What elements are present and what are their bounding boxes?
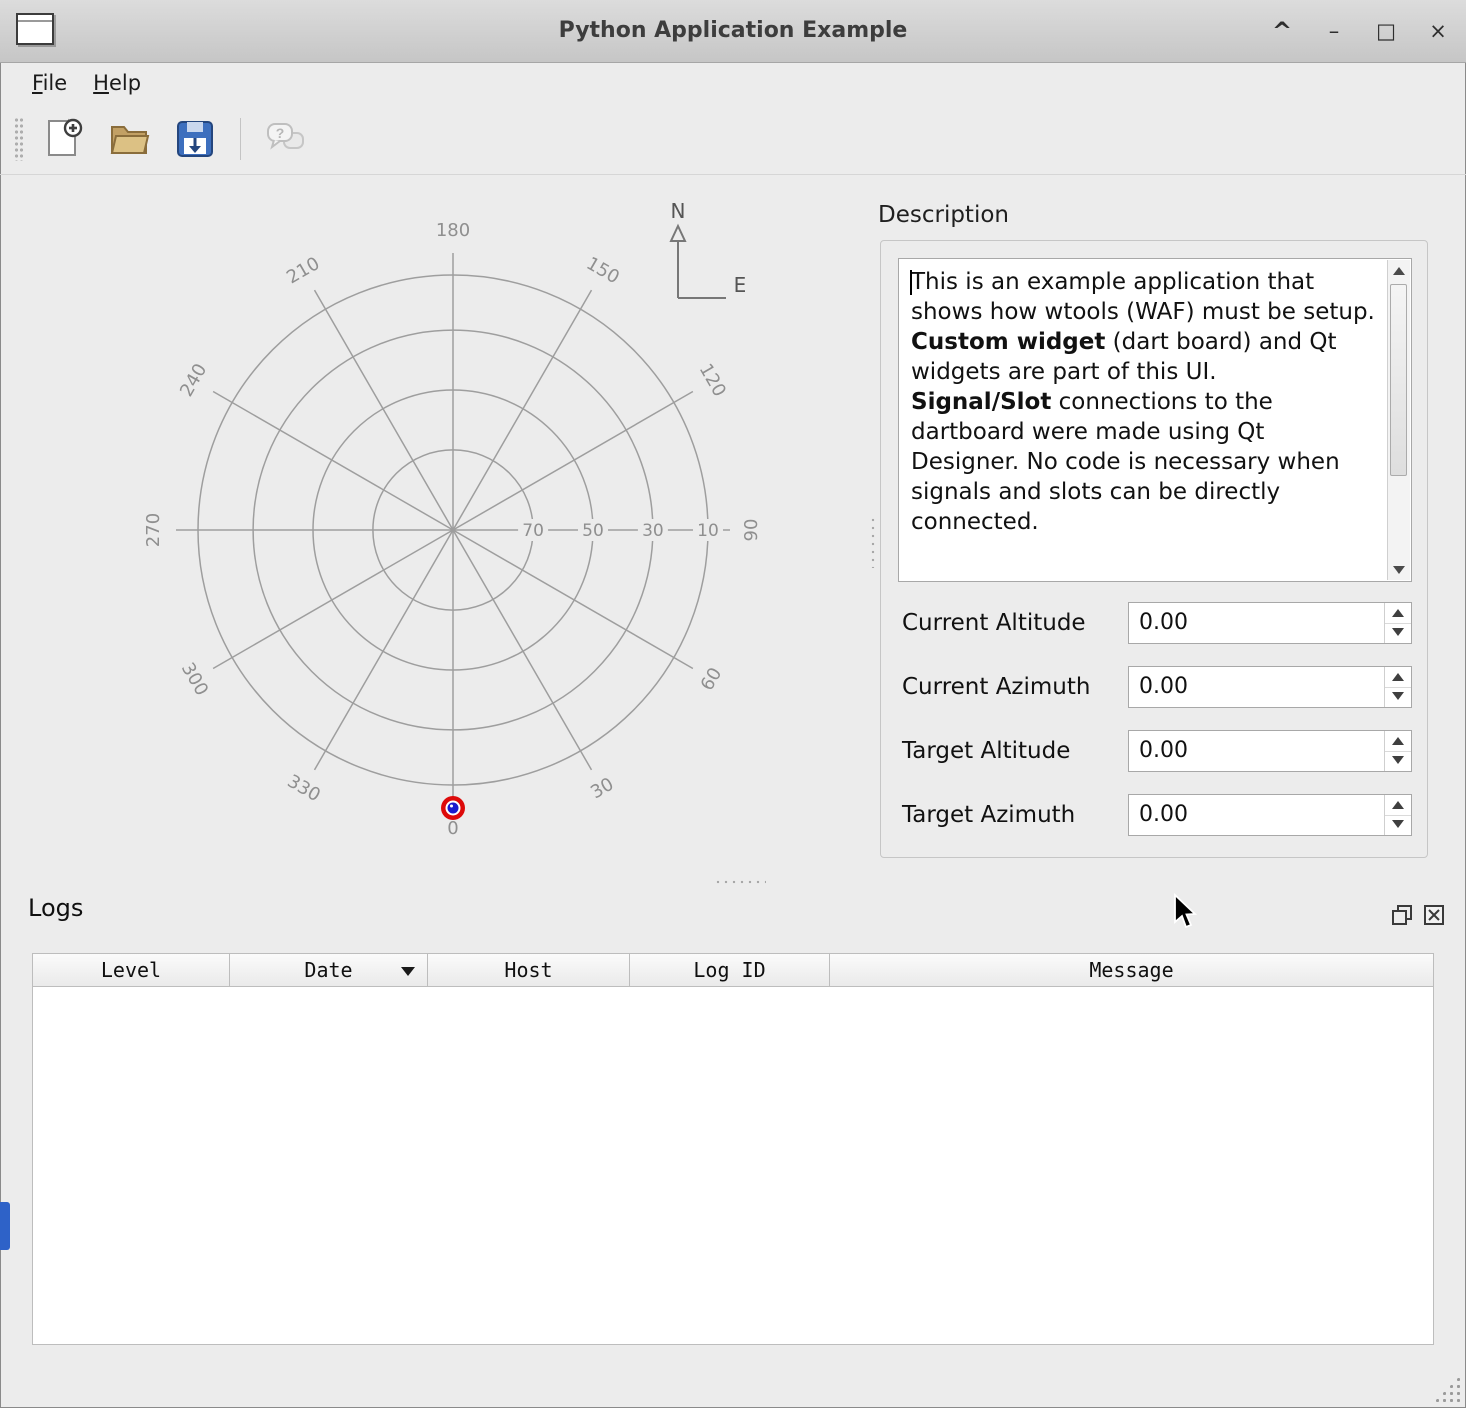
spin-down-arrow[interactable] [1385, 623, 1411, 643]
menu-help[interactable]: Help [93, 71, 141, 95]
help-icon: ? [264, 117, 308, 161]
close-dock-icon [1422, 903, 1446, 927]
svg-text:10: 10 [697, 521, 719, 541]
svg-text:120: 120 [695, 360, 730, 400]
menu-file[interactable]: File [32, 71, 67, 95]
svg-text:E: E [734, 273, 747, 297]
spin-up-arrow[interactable] [1385, 667, 1411, 688]
current-altitude-spinbox[interactable]: 0.00 [1128, 602, 1412, 644]
svg-text:0: 0 [447, 818, 458, 839]
resize-grip[interactable] [1434, 1376, 1460, 1402]
svg-text:30: 30 [642, 521, 664, 541]
float-window-icon [1390, 903, 1414, 927]
toolbar: ? [0, 104, 1466, 175]
log-column-host[interactable]: Host [428, 953, 630, 987]
toolbar-separator [240, 118, 241, 160]
spin-buttons [1384, 795, 1411, 835]
spin-up-arrow[interactable] [1385, 603, 1411, 624]
application-window: Python Application Example ^ – □ × File … [0, 0, 1466, 1408]
open-document-button[interactable] [102, 111, 156, 167]
description-group-title: Description [878, 202, 1009, 228]
logs-close-button[interactable] [1422, 903, 1446, 927]
window-title: Python Application Example [0, 0, 1466, 62]
window-controls: ^ – □ × [1268, 0, 1452, 62]
maximize-button[interactable]: □ [1372, 19, 1400, 43]
target-altitude-value: 0.00 [1139, 731, 1188, 771]
log-column-level[interactable]: Level [32, 953, 230, 987]
spin-buttons [1384, 603, 1411, 643]
description-text: This is an example application that show… [911, 267, 1379, 537]
target-altitude-label: Target Altitude [902, 730, 1070, 772]
save-icon [173, 117, 217, 161]
svg-text:?: ? [276, 125, 285, 141]
spin-buttons [1384, 667, 1411, 707]
logs-float-button[interactable] [1390, 903, 1414, 927]
svg-text:300: 300 [177, 659, 212, 699]
help-button[interactable]: ? [259, 111, 313, 167]
svg-text:N: N [671, 199, 686, 223]
svg-text:70: 70 [522, 521, 544, 541]
svg-text:270: 270 [143, 513, 164, 547]
titlebar[interactable]: Python Application Example ^ – □ × [0, 0, 1466, 63]
column-label: Log ID [693, 958, 765, 982]
dock-tab-indicator[interactable] [0, 1202, 10, 1250]
close-button[interactable]: × [1424, 19, 1452, 43]
current-azimuth-value: 0.00 [1139, 667, 1188, 707]
svg-text:180: 180 [436, 220, 470, 241]
svg-text:240: 240 [176, 360, 211, 400]
new-document-button[interactable] [36, 111, 90, 167]
horizontal-splitter-handle[interactable] [714, 878, 766, 886]
save-document-button[interactable] [168, 111, 222, 167]
logs-dock-title: Logs [28, 894, 83, 922]
vertical-splitter-handle[interactable] [869, 516, 877, 568]
scrollbar-thumb[interactable] [1390, 284, 1407, 476]
toolbar-drag-handle[interactable] [14, 117, 24, 161]
svg-text:90: 90 [741, 519, 762, 542]
menubar: File Help [0, 62, 1466, 104]
spin-down-arrow[interactable] [1385, 751, 1411, 771]
svg-text:330: 330 [284, 771, 324, 806]
spin-down-arrow[interactable] [1385, 687, 1411, 707]
target-azimuth-spinbox[interactable]: 0.00 [1128, 794, 1412, 836]
mouse-cursor [1172, 893, 1202, 931]
spin-up-arrow[interactable] [1385, 795, 1411, 816]
column-label: Level [101, 958, 161, 982]
target-azimuth-value: 0.00 [1139, 795, 1188, 835]
current-altitude-value: 0.00 [1139, 603, 1188, 643]
current-azimuth-label: Current Azimuth [902, 666, 1090, 708]
new-document-icon [41, 117, 85, 161]
column-label: Date [304, 958, 352, 982]
log-table-body[interactable] [32, 987, 1434, 1345]
dartboard-widget[interactable]: 705030101801501209060300330300270240210N… [0, 176, 880, 884]
column-label: Message [1089, 958, 1173, 982]
current-azimuth-spinbox[interactable]: 0.00 [1128, 666, 1412, 708]
open-folder-icon [107, 117, 151, 161]
log-column-date[interactable]: Date [230, 953, 428, 987]
current-altitude-label: Current Altitude [902, 602, 1086, 644]
svg-text:60: 60 [697, 664, 727, 694]
minimize-button[interactable]: – [1320, 19, 1348, 43]
description-scrollbar[interactable] [1387, 260, 1410, 580]
spin-down-arrow[interactable] [1385, 815, 1411, 835]
target-azimuth-label: Target Azimuth [902, 794, 1075, 836]
scroll-up-arrow[interactable] [1388, 260, 1410, 282]
column-label: Host [504, 958, 552, 982]
description-textarea[interactable]: This is an example application that show… [898, 258, 1412, 582]
spin-buttons [1384, 731, 1411, 771]
sort-descending-icon [401, 967, 415, 976]
spin-up-arrow[interactable] [1385, 731, 1411, 752]
svg-text:150: 150 [583, 253, 623, 288]
svg-text:50: 50 [582, 521, 604, 541]
log-column-logid[interactable]: Log ID [630, 953, 830, 987]
log-column-message[interactable]: Message [830, 953, 1434, 987]
scroll-down-arrow[interactable] [1388, 558, 1410, 580]
shade-button[interactable]: ^ [1268, 17, 1296, 45]
target-altitude-spinbox[interactable]: 0.00 [1128, 730, 1412, 772]
dartboard-chart: 705030101801501209060300330300270240210N… [0, 176, 880, 884]
svg-text:210: 210 [283, 253, 323, 288]
text-cursor [910, 270, 912, 295]
svg-text:30: 30 [587, 774, 617, 804]
